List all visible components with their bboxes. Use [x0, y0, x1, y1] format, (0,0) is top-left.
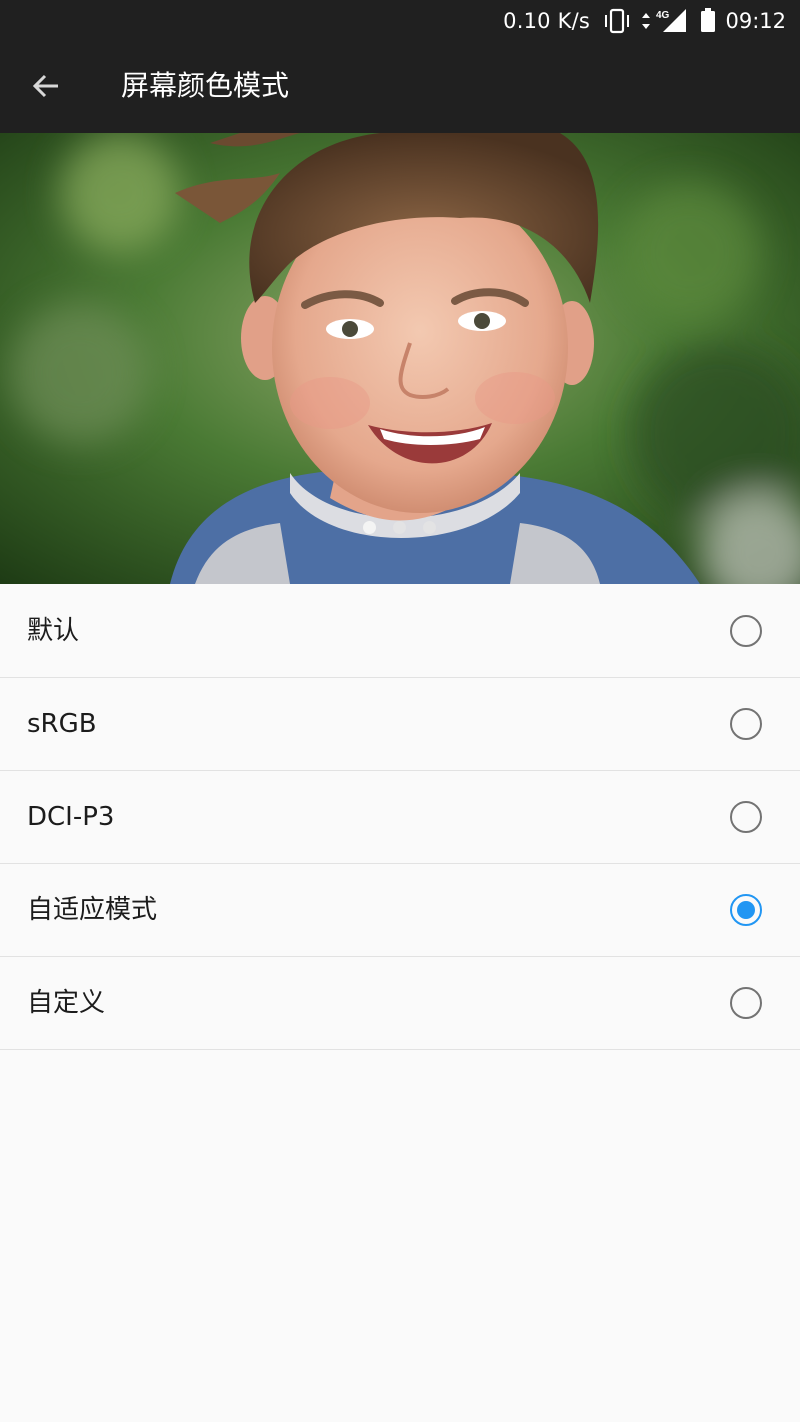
page-dot-1[interactable] — [363, 521, 376, 534]
network-type-label: 4G — [656, 10, 670, 21]
status-bar: 0.10 K/s 4G 09:12 — [0, 0, 800, 42]
option-dci-p3[interactable]: DCI-P3 — [0, 771, 800, 864]
option-label: 默认 — [27, 616, 80, 646]
page-dot-3[interactable] — [423, 521, 436, 534]
radio-button[interactable] — [730, 615, 762, 647]
toolbar: 屏幕颜色模式 — [0, 42, 800, 133]
option-label: 自适应模式 — [27, 895, 158, 925]
option-label: sRGB — [27, 709, 97, 739]
network-speed: 0.10 K/s — [503, 9, 590, 33]
option-label: DCI-P3 — [27, 802, 115, 832]
clock: 09:12 — [725, 9, 786, 33]
option-default[interactable]: 默认 — [0, 585, 800, 678]
arrow-back-icon — [30, 70, 62, 106]
option-adaptive[interactable]: 自适应模式 — [0, 864, 800, 957]
radio-button[interactable] — [730, 801, 762, 833]
radio-button-selected[interactable] — [730, 894, 762, 926]
radio-button[interactable] — [730, 708, 762, 740]
back-button[interactable] — [22, 64, 70, 112]
page-dot-2[interactable] — [393, 521, 406, 534]
preview-image[interactable] — [0, 133, 800, 584]
page-title: 屏幕颜色模式 — [121, 69, 290, 102]
option-custom[interactable]: 自定义 — [0, 957, 800, 1050]
radio-dot — [737, 901, 755, 919]
signal-icon: 4G — [654, 7, 688, 39]
vibrate-icon — [602, 7, 632, 39]
page-indicator — [0, 519, 800, 535]
data-arrows-icon — [640, 7, 652, 39]
option-srgb[interactable]: sRGB — [0, 678, 800, 771]
radio-button[interactable] — [730, 987, 762, 1019]
color-mode-list: 默认 sRGB DCI-P3 自适应模式 自定义 — [0, 585, 800, 1050]
battery-icon — [699, 7, 717, 39]
option-label: 自定义 — [27, 988, 106, 1018]
